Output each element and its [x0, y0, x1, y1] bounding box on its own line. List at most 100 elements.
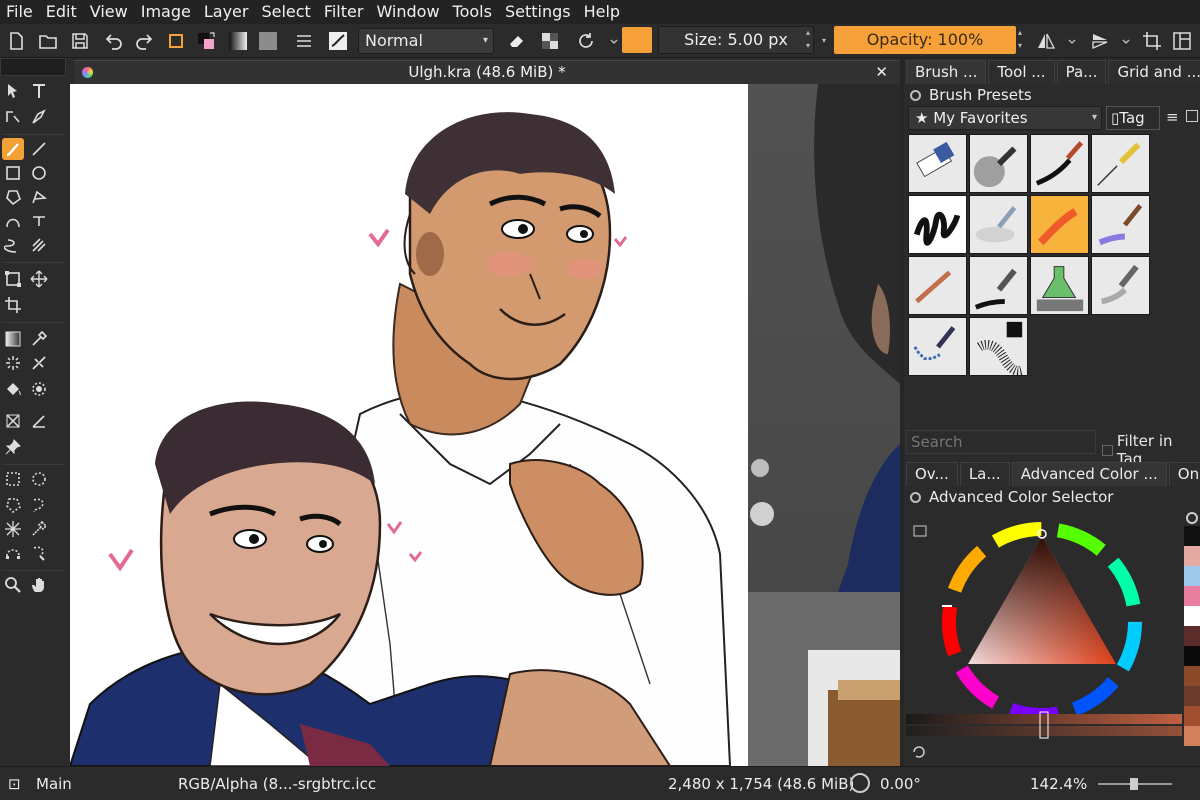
multibrush-tool-icon[interactable]	[28, 234, 50, 256]
preset-selected-paint[interactable]	[1030, 195, 1089, 254]
document-tab[interactable]: Ulgh.kra (48.6 MiB) * ✕	[74, 60, 900, 84]
undo-icon[interactable]	[102, 29, 126, 53]
edit-shapes-tool-icon[interactable]	[2, 106, 24, 128]
contiguous-select-tool-icon[interactable]	[2, 518, 24, 540]
tab-overview[interactable]: Ov...	[906, 462, 958, 486]
tab-brush-presets[interactable]: Brush ...	[906, 60, 987, 84]
tab-grid-and-guides[interactable]: Grid and ...	[1108, 60, 1200, 84]
zoom-level[interactable]: 142.4%	[1030, 775, 1087, 793]
preset-eraser[interactable]	[908, 134, 967, 193]
history-swatch[interactable]	[1184, 606, 1200, 626]
close-icon[interactable]: ✕	[875, 61, 888, 84]
canvas[interactable]	[70, 84, 900, 766]
preset-ink-brush[interactable]	[1030, 134, 1089, 193]
eraser-icon[interactable]	[504, 29, 528, 53]
favorites-select[interactable]: ★ My Favorites ▾	[908, 106, 1102, 130]
docker-float-icon[interactable]	[910, 491, 921, 503]
dynamic-brush-tool-icon[interactable]	[2, 234, 24, 256]
blend-mode-select[interactable]: Normal ▾	[358, 28, 494, 54]
bezier-select-tool-icon[interactable]	[2, 542, 24, 564]
smart-patch-tool-icon[interactable]	[2, 352, 24, 374]
pattern-icon[interactable]	[256, 29, 280, 53]
reload-preset-icon[interactable]	[574, 29, 598, 53]
gradient-tool-icon[interactable]	[2, 328, 24, 350]
brush-settings-icon[interactable]	[292, 29, 316, 53]
freehand-path-tool-icon[interactable]	[28, 210, 50, 232]
color-selector[interactable]	[906, 514, 1182, 764]
ellipse-select-tool-icon[interactable]	[28, 468, 50, 490]
opacity-field[interactable]: Opacity: 100%	[834, 26, 1016, 54]
polyline-tool-icon[interactable]	[28, 186, 50, 208]
preset-marker[interactable]	[969, 256, 1028, 315]
docker-menu-icon[interactable]	[1186, 110, 1198, 122]
save-icon[interactable]	[68, 29, 92, 53]
chevron-down-icon[interactable]: ▾	[820, 34, 828, 62]
preset-halftone[interactable]	[969, 317, 1028, 376]
menu-layer[interactable]: Layer	[204, 1, 249, 23]
tab-layers[interactable]: La...	[959, 462, 1010, 486]
bezier-tool-icon[interactable]	[2, 210, 24, 232]
menu-view[interactable]: View	[90, 1, 128, 23]
preset-blender[interactable]	[1091, 256, 1150, 315]
move-tool-icon[interactable]	[28, 268, 50, 290]
chevron-down-icon[interactable]	[1114, 29, 1138, 53]
freehand-select-tool-icon[interactable]	[28, 494, 50, 516]
menu-file[interactable]: File	[6, 1, 33, 23]
new-document-icon[interactable]	[4, 29, 28, 53]
artwork[interactable]	[70, 84, 748, 766]
tag-button[interactable]: ▯Tag	[1106, 106, 1160, 130]
history-swatch[interactable]	[1184, 646, 1200, 666]
line-tool-icon[interactable]	[28, 138, 50, 160]
workspace-icon[interactable]	[1170, 29, 1194, 53]
fg-bg-color-icon[interactable]	[194, 29, 218, 53]
tab-advanced-color[interactable]: Advanced Color ...	[1011, 462, 1167, 486]
angle-tool-icon[interactable]	[28, 410, 50, 432]
polygon-select-tool-icon[interactable]	[2, 494, 24, 516]
menu-window[interactable]: Window	[376, 1, 439, 23]
size-spin-icon[interactable]: ▴ ▾	[804, 26, 812, 54]
clear-history-icon[interactable]	[1186, 512, 1198, 524]
reference-image-secondary[interactable]	[808, 650, 900, 766]
magnetic-select-tool-icon[interactable]	[28, 542, 50, 564]
measure-tool-icon[interactable]	[2, 410, 24, 432]
enclose-fill-tool-icon[interactable]	[28, 378, 50, 400]
open-folder-icon[interactable]	[36, 29, 60, 53]
history-swatch[interactable]	[1184, 626, 1200, 646]
zoom-tool-icon[interactable]	[2, 574, 24, 596]
fill-tool-icon[interactable]	[2, 378, 24, 400]
mirror-vertical-icon[interactable]	[1088, 29, 1112, 53]
reference-pin-tool-icon[interactable]	[2, 436, 24, 458]
rectangle-tool-icon[interactable]	[2, 162, 24, 184]
tab-palette[interactable]: Pa...	[1056, 60, 1107, 84]
tab-tool-options[interactable]: Tool ...	[988, 60, 1055, 84]
preset-water-brush[interactable]	[908, 256, 967, 315]
zoom-slider-handle[interactable]	[1130, 778, 1138, 790]
ellipse-tool-icon[interactable]	[28, 162, 50, 184]
menu-edit[interactable]: Edit	[46, 1, 77, 23]
brush-color-swatch[interactable]	[622, 27, 652, 53]
crop-tool-icon[interactable]	[2, 294, 24, 316]
pan-tool-icon[interactable]	[28, 574, 50, 596]
brush-size-field[interactable]: Size: 5.00 px	[658, 26, 814, 54]
alpha-lock-icon[interactable]	[538, 29, 562, 53]
preset-pen[interactable]	[1091, 134, 1150, 193]
redo-icon[interactable]	[132, 29, 156, 53]
assistant-tool-icon[interactable]	[28, 352, 50, 374]
reference-image[interactable]	[748, 84, 900, 592]
preset-search-input[interactable]	[906, 430, 1096, 454]
preset-soft-wet[interactable]	[969, 195, 1028, 254]
menu-settings[interactable]: Settings	[505, 1, 571, 23]
preset-wet-purple[interactable]	[1091, 195, 1150, 254]
tab-onion-skins[interactable]: Oni...	[1168, 462, 1200, 486]
rotation-icon[interactable]	[850, 773, 870, 793]
filter-in-tag-checkbox[interactable]	[1102, 444, 1113, 456]
brush-preset-icon[interactable]	[326, 29, 350, 53]
history-swatch[interactable]	[1184, 726, 1200, 746]
menu-help[interactable]: Help	[584, 1, 620, 23]
docker-float-icon[interactable]	[910, 89, 921, 101]
preset-chemistry-flask[interactable]	[1030, 256, 1089, 315]
polygon-tool-icon[interactable]	[2, 186, 24, 208]
history-swatch[interactable]	[1184, 546, 1200, 566]
preset-airbrush[interactable]	[969, 134, 1028, 193]
history-swatch[interactable]	[1184, 686, 1200, 706]
